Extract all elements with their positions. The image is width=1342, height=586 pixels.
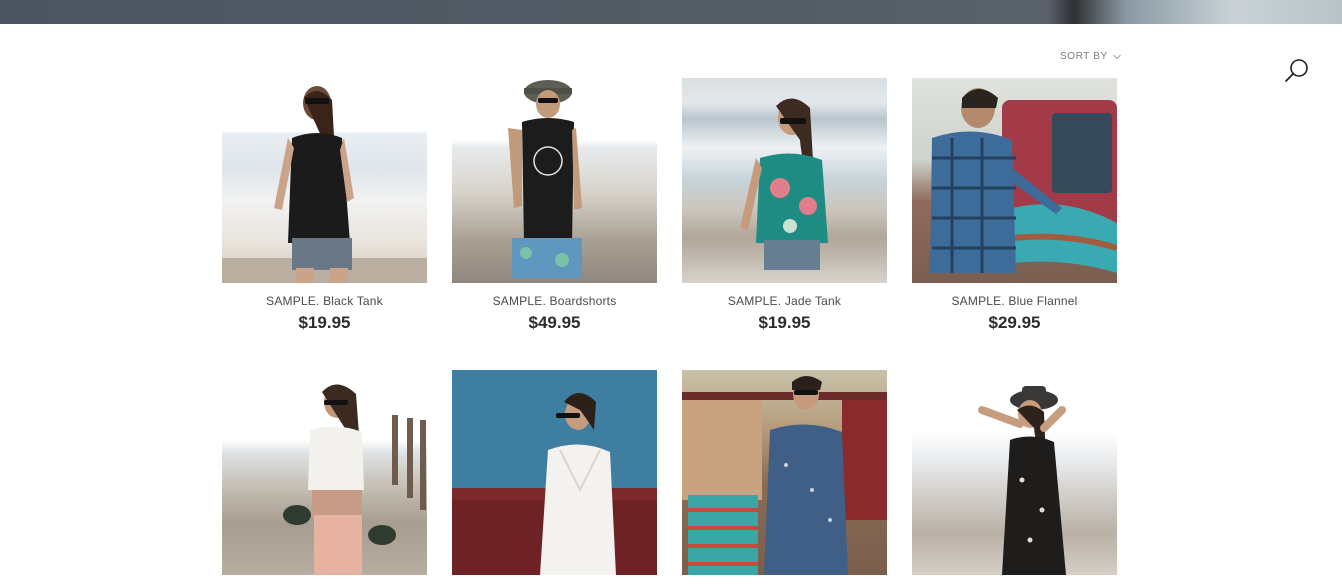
product-price: $29.95 xyxy=(988,313,1041,332)
search-icon[interactable] xyxy=(1284,58,1310,84)
product-grid: SAMPLE. Black Tank $19.95 SAMPLE. Boards… xyxy=(222,78,1117,586)
product-price: $49.95 xyxy=(528,313,581,332)
hero-banner-edge xyxy=(0,0,1342,24)
sort-by-label: SORT BY xyxy=(1060,51,1108,62)
product-image[interactable] xyxy=(912,78,1117,283)
product-name[interactable]: SAMPLE. Boardshorts xyxy=(452,294,657,308)
product-card[interactable] xyxy=(222,370,427,586)
product-price: $19.95 xyxy=(298,313,351,332)
product-image[interactable] xyxy=(452,78,657,283)
product-card[interactable] xyxy=(912,370,1117,586)
product-image[interactable] xyxy=(222,78,427,283)
product-card[interactable] xyxy=(682,370,887,586)
product-card[interactable] xyxy=(452,370,657,586)
product-image[interactable] xyxy=(682,78,887,283)
product-name[interactable]: SAMPLE. Blue Flannel xyxy=(912,294,1117,308)
product-name[interactable]: SAMPLE. Jade Tank xyxy=(682,294,887,308)
product-image[interactable] xyxy=(912,370,1117,575)
product-price: $19.95 xyxy=(758,313,811,332)
product-card[interactable]: SAMPLE. Black Tank $19.95 xyxy=(222,78,427,333)
product-image[interactable] xyxy=(682,370,887,575)
product-image[interactable] xyxy=(222,370,427,575)
sort-by-dropdown[interactable]: SORT BY xyxy=(1060,51,1121,62)
product-image[interactable] xyxy=(452,370,657,575)
product-card[interactable]: SAMPLE. Blue Flannel $29.95 xyxy=(912,78,1117,333)
product-name[interactable]: SAMPLE. Black Tank xyxy=(222,294,427,308)
product-card[interactable]: SAMPLE. Jade Tank $19.95 xyxy=(682,78,887,333)
product-card[interactable]: SAMPLE. Boardshorts $49.95 xyxy=(452,78,657,333)
chevron-down-icon xyxy=(1112,54,1121,59)
